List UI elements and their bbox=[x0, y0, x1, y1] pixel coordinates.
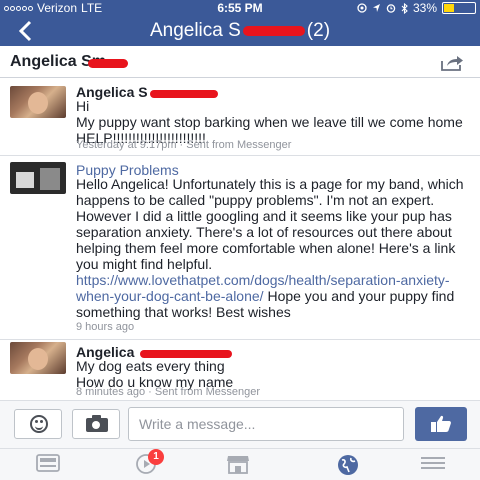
avatar[interactable] bbox=[10, 342, 66, 374]
redaction-mark bbox=[140, 350, 232, 358]
message-text-part: Hello Angelica! Unfortunately this is a … bbox=[76, 176, 464, 272]
status-right: 33% bbox=[357, 1, 476, 15]
message-item: Puppy Problems Hello Angelica! Unfortuna… bbox=[0, 156, 480, 340]
tab-notifications[interactable] bbox=[318, 453, 378, 477]
emoji-icon bbox=[30, 415, 48, 433]
tab-bar: 1 bbox=[0, 448, 480, 480]
conversation-title-name: Angelica S bbox=[149, 20, 241, 41]
message-line: Hi bbox=[76, 98, 90, 114]
camera-icon bbox=[86, 415, 108, 432]
location-icon bbox=[357, 3, 367, 13]
emoji-button[interactable] bbox=[14, 409, 62, 439]
message-item: Angelica S Hi My puppy want stop barking… bbox=[0, 78, 480, 156]
camera-button[interactable] bbox=[72, 409, 120, 439]
tab-menu[interactable] bbox=[402, 453, 462, 477]
message-item: Angelica My dog eats every thing How do … bbox=[0, 340, 480, 400]
redaction-mark bbox=[150, 90, 218, 98]
message-meta: 9 hours ago bbox=[76, 321, 135, 333]
notification-badge: 1 bbox=[148, 449, 164, 465]
marketplace-icon bbox=[227, 456, 249, 474]
message-input[interactable] bbox=[128, 407, 404, 441]
share-icon[interactable] bbox=[440, 55, 464, 71]
menu-icon bbox=[421, 457, 445, 469]
battery-percent: 33% bbox=[412, 1, 437, 15]
message-meta: 8 minutes ago · Sent from Messenger bbox=[76, 386, 261, 398]
news-feed-icon bbox=[36, 454, 60, 472]
bluetooth-icon bbox=[401, 2, 408, 14]
status-bar: Verizon LTE 6:55 PM 33% bbox=[0, 0, 480, 16]
conversation-header: Angelica S (2) bbox=[0, 16, 480, 46]
redaction-mark bbox=[242, 25, 305, 36]
battery-fill bbox=[444, 4, 454, 12]
like-button[interactable] bbox=[415, 407, 467, 441]
message-composer bbox=[0, 400, 480, 448]
arrow-icon bbox=[372, 4, 380, 12]
globe-icon bbox=[338, 455, 358, 475]
contact-header: Angelica Sm bbox=[0, 46, 480, 78]
tab-news-feed[interactable] bbox=[18, 453, 78, 477]
unread-count: (2) bbox=[306, 20, 331, 41]
avatar[interactable] bbox=[10, 162, 66, 194]
redaction-mark bbox=[88, 59, 128, 68]
message-meta: Yesterday at 9:17pm · Sent from Messenge… bbox=[76, 139, 292, 151]
message-text: Hello Angelica! Unfortunately this is a … bbox=[76, 176, 468, 320]
tab-marketplace[interactable] bbox=[208, 453, 268, 477]
avatar[interactable] bbox=[10, 86, 66, 118]
alarm-icon bbox=[386, 4, 396, 13]
battery-icon bbox=[442, 2, 476, 14]
conversation-title: Angelica S (2) bbox=[0, 20, 480, 42]
tab-video[interactable]: 1 bbox=[116, 449, 176, 477]
thumbs-up-icon bbox=[431, 415, 451, 432]
message-line: My dog eats every thing bbox=[76, 358, 225, 374]
